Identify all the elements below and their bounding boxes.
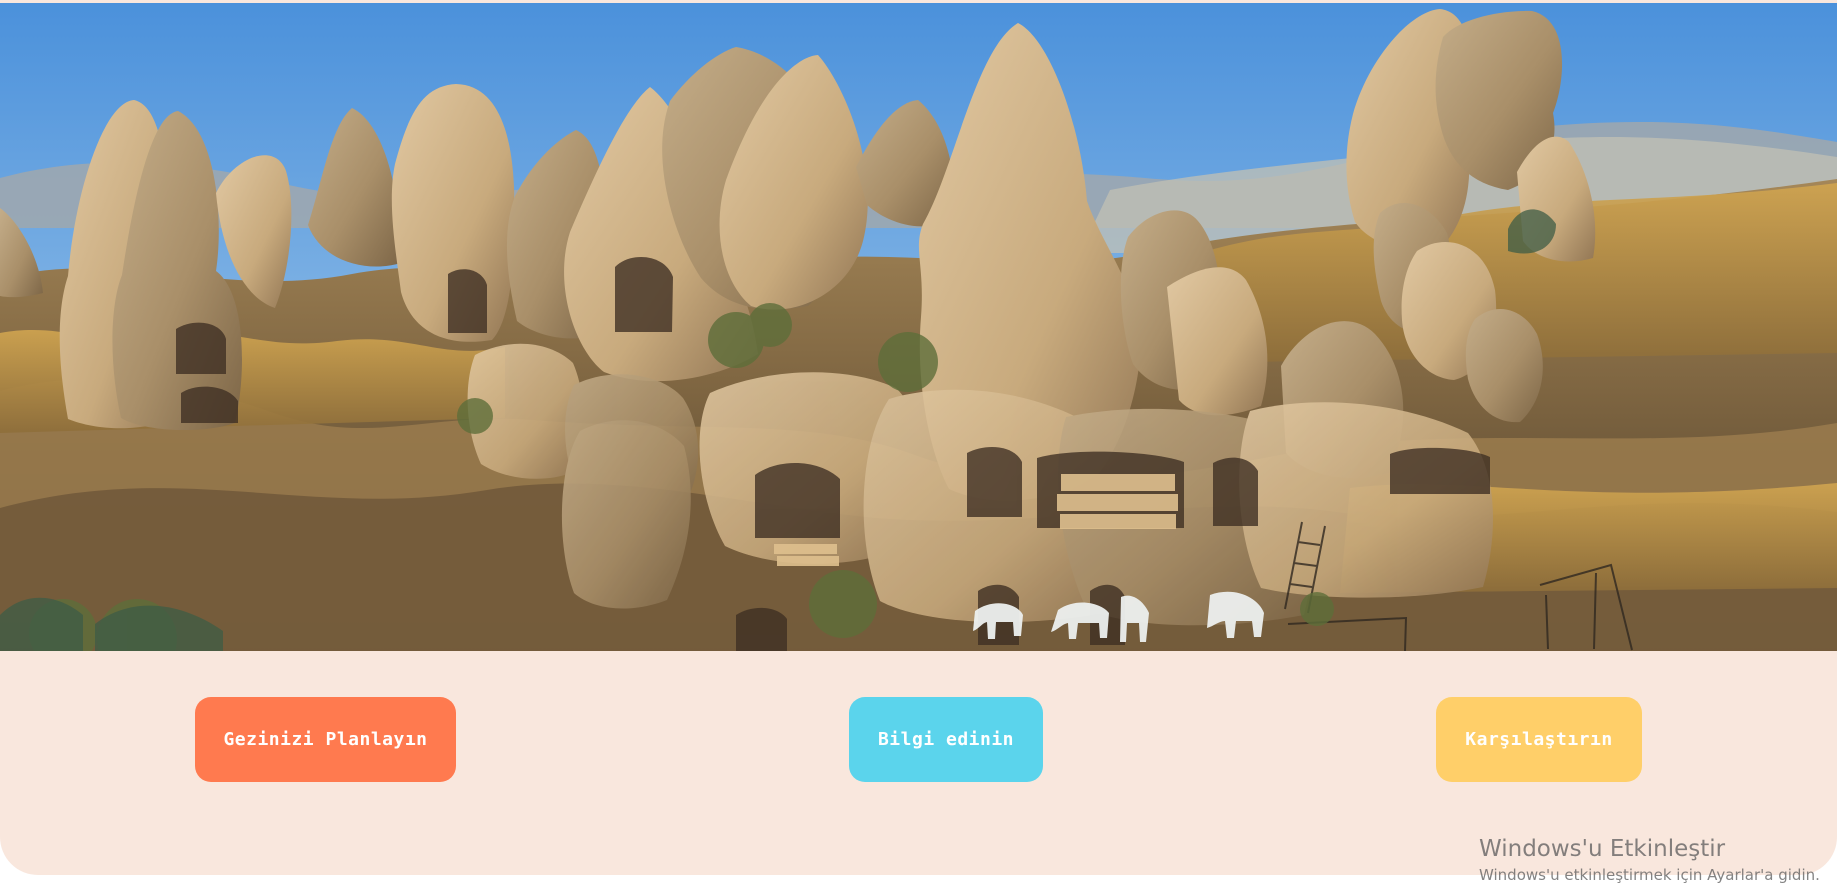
hero-card: Gezinizi Planlayın Bilgi edinin Karşılaş… <box>0 0 1837 875</box>
page: Gezinizi Planlayın Bilgi edinin Karşılaş… <box>0 0 1847 888</box>
compare-button[interactable]: Karşılaştırın <box>1436 697 1642 782</box>
scrollbar-thumb[interactable] <box>1839 0 1845 640</box>
action-buttons: Gezinizi Planlayın Bilgi edinin Karşılaş… <box>0 697 1837 782</box>
cappadocia-fairy-chimneys-image <box>0 3 1837 651</box>
get-info-button[interactable]: Bilgi edinin <box>849 697 1043 782</box>
plan-trip-button[interactable]: Gezinizi Planlayın <box>195 697 456 782</box>
vertical-scrollbar[interactable]: ▴ <box>1837 0 1847 888</box>
